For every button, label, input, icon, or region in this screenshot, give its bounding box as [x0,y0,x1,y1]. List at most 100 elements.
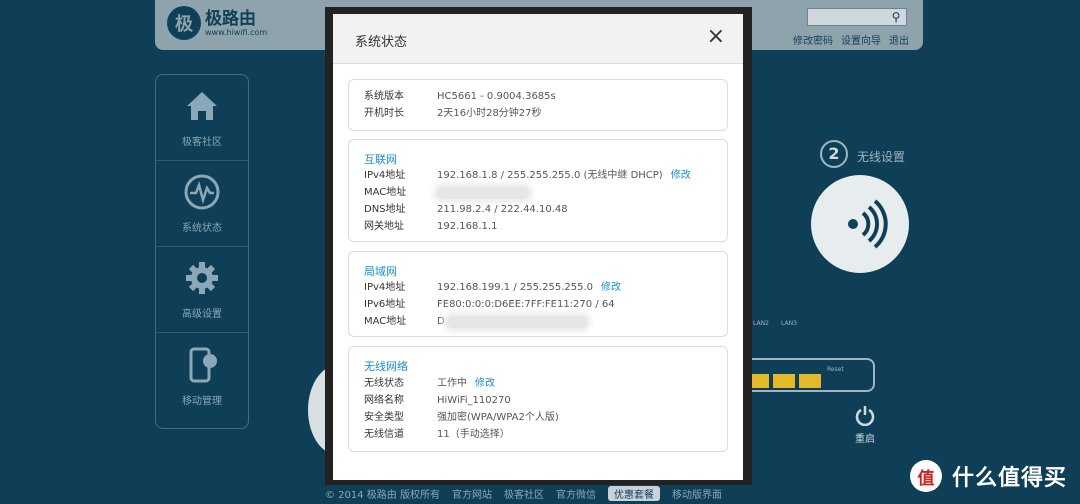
row-label: IPv4地址 [364,282,406,293]
search-icon[interactable]: ⚲ [889,10,903,24]
sidebar-item-community[interactable]: 极客社区 [156,75,248,161]
info-row: 系统版本 HC5661 - 0.9004.3685s [364,91,556,103]
row-label: 无线状态 [364,378,404,389]
port-label: Reset [827,366,844,373]
footer-button[interactable]: 优惠套餐 [608,486,660,501]
row-value: 强加密(WPA/WPA2个人版) [437,412,559,423]
logo-icon: 极 [167,6,201,40]
row-label: MAC地址 [364,316,407,327]
footer-link[interactable]: 移动版界面 [672,486,722,501]
row-label: 网关地址 [364,221,404,232]
system-status-dialog: 系统状态 × 系统版本 HC5661 - 0.9004.3685s 开机时长 2… [333,14,743,480]
row-label: 网络名称 [364,395,404,406]
footer: © 2014 极路由 版权所有 官方网站 极客社区 官方微信 优惠套餐 移动版界… [325,486,765,501]
row-value: D [437,316,445,327]
pulse-icon [184,174,220,210]
dialog-title: 系统状态 [355,35,408,50]
row-label: MAC地址 [364,187,407,198]
lan-port [799,374,821,388]
card-title: 互联网 [364,153,397,166]
sidebar-item-mobile[interactable]: 移动管理 [156,333,248,419]
logo-url: www.hiwifi.com [205,27,268,37]
info-row: DNS地址 211.98.2.4 / 222.44.10.48 [364,204,568,216]
port-label: LAN3 [781,320,797,327]
home-icon [187,92,217,120]
row-value: 192.168.1.1 [437,221,498,232]
wifi-icon [848,199,888,249]
restart-button[interactable]: 重启 [845,404,885,445]
step-number: 2 [820,140,848,168]
info-row: 无线信道 11（手动选择） [364,429,510,441]
step-label: 无线设置 [857,150,906,164]
row-label: 安全类型 [364,412,404,423]
row-value: 2天16小时28分钟27秒 [437,108,542,119]
sidebar-item-status[interactable]: 系统状态 [156,161,248,247]
info-row: 无线状态 工作中 修改 [364,378,495,390]
edit-wireless-link[interactable]: 修改 [475,378,495,390]
watermark-logo-icon: 值 [910,460,942,492]
lan-card: 局域网 IPv4地址 192.168.199.1 / 255.255.255.0… [348,251,728,337]
link-logout[interactable]: 退出 [889,32,909,47]
row-label: 开机时长 [364,108,404,119]
mobile-icon [189,347,217,382]
sidebar-item-label: 移动管理 [182,395,222,407]
logo[interactable]: 极 极路由 www.hiwifi.com [167,6,267,40]
row-label: 系统版本 [364,91,404,102]
gear-icon [186,262,218,294]
row-value: 11（手动选择） [437,429,510,440]
close-icon[interactable]: × [707,26,725,48]
system-info-card: 系统版本 HC5661 - 0.9004.3685s 开机时长 2天16小时28… [348,79,728,131]
copyright: © 2014 极路由 版权所有 [325,490,440,501]
sidebar-item-label: 系统状态 [182,223,222,234]
watermark-text: 什么值得买 [952,466,1068,491]
power-icon [855,406,875,426]
internet-card: 互联网 IPv4地址 192.168.1.8 / 255.255.255.0 (… [348,139,728,242]
info-row: IPv4地址 192.168.199.1 / 255.255.255.0 修改 [364,282,621,294]
wireless-card: 无线网络 无线状态 工作中 修改 网络名称 HiWiFi_110270 安全类型… [348,346,728,452]
router-diagram: 2 无线设置 LAN2 LAN3 Reset 重启 [745,130,925,450]
link-change-password[interactable]: 修改密码 [793,32,833,47]
restart-label: 重启 [855,434,875,445]
card-title: 局域网 [364,265,397,278]
info-row: IPv6地址 FE80:0:0:0:D6EE:7FF:FE11:270 / 64 [364,299,615,311]
edit-ipv4-link[interactable]: 修改 [671,170,691,182]
info-row: 网络名称 HiWiFi_110270 [364,395,511,407]
row-value: 192.168.1.8 / 255.255.255.0 (无线中继 DHCP) [437,170,663,181]
port-label: LAN2 [753,320,769,327]
info-row: 安全类型 强加密(WPA/WPA2个人版) [364,412,559,424]
redacted-value [446,316,587,328]
row-label: IPv6地址 [364,299,406,310]
redacted-value [437,187,529,199]
lan-port [773,374,795,388]
row-label: IPv4地址 [364,170,406,181]
edit-lan-ipv4-link[interactable]: 修改 [601,282,621,294]
row-value: 192.168.199.1 / 255.255.255.0 [437,282,594,293]
info-row: MAC地址 D [364,316,587,328]
info-row: MAC地址 [364,187,529,199]
row-label: DNS地址 [364,204,406,215]
info-row: 网关地址 192.168.1.1 [364,221,497,233]
dialog-header: 系统状态 × [333,14,743,64]
info-row: IPv4地址 192.168.1.8 / 255.255.255.0 (无线中继… [364,170,691,182]
row-value: 工作中 [437,378,467,389]
row-value: HiWiFi_110270 [437,395,511,406]
footer-link[interactable]: 极客社区 [504,486,544,501]
footer-link[interactable]: 官方微信 [556,486,596,501]
row-value: FE80:0:0:0:D6EE:7FF:FE11:270 / 64 [437,299,615,310]
row-value: HC5661 - 0.9004.3685s [437,91,556,102]
sidebar-item-label: 极客社区 [182,137,222,148]
card-title: 无线网络 [364,360,408,373]
footer-link[interactable]: 官方网站 [452,486,492,501]
wifi-settings-button[interactable] [811,175,909,273]
sidebar-item-label: 高级设置 [182,309,222,320]
info-row: 开机时长 2天16小时28分钟27秒 [364,108,542,120]
row-value: 211.98.2.4 / 222.44.10.48 [437,204,568,215]
sidebar: 极客社区 系统状态 高级设置 移动管理 [155,74,249,429]
watermark: 值 什么值得买 [910,460,1067,492]
top-links: 修改密码 设置向导 退出 [793,32,909,47]
row-label: 无线信道 [364,429,404,440]
sidebar-item-advanced[interactable]: 高级设置 [156,247,248,333]
link-setup-wizard[interactable]: 设置向导 [841,32,881,47]
search-input[interactable]: ⚲ [807,8,907,26]
logo-name: 极路由 [205,8,256,29]
